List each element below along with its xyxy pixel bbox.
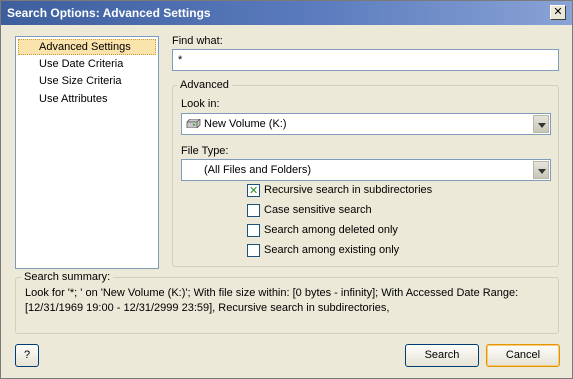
drive-icon [186, 119, 201, 128]
options-nav-list: Advanced Settings Use Date Criteria Use … [15, 36, 159, 269]
checkbox-icon[interactable] [247, 244, 260, 257]
search-button[interactable]: Search [405, 344, 479, 367]
file-type-dropdown[interactable]: (All Files and Folders) [181, 159, 551, 181]
case-sensitive-checkbox[interactable]: Case sensitive search [247, 204, 372, 219]
find-what-label: Find what: [172, 35, 223, 47]
file-type-label: File Type: [181, 145, 229, 157]
look-in-value: New Volume (K:) [204, 118, 287, 130]
look-in-dropdown[interactable]: New Volume (K:) [181, 113, 551, 135]
search-summary-title: Search summary: [21, 271, 114, 283]
deleted-only-checkbox[interactable]: Search among deleted only [247, 224, 398, 239]
chevron-down-icon[interactable] [533, 161, 549, 179]
cancel-button[interactable]: Cancel [486, 344, 560, 367]
nav-item-advanced-settings[interactable]: Advanced Settings [18, 39, 156, 55]
look-in-label: Look in: [181, 98, 220, 110]
checkbox-icon[interactable] [247, 204, 260, 217]
title-bar[interactable]: Search Options: Advanced Settings ✕ [1, 1, 572, 25]
close-icon: ✕ [553, 5, 563, 18]
file-type-value: (All Files and Folders) [204, 164, 311, 176]
search-options-dialog: Search Options: Advanced Settings ✕ Adva… [0, 0, 573, 379]
checkbox-icon[interactable] [247, 224, 260, 237]
recursive-search-checkbox[interactable]: Recursive search in subdirectories [247, 184, 432, 199]
help-button[interactable]: ? [15, 344, 39, 367]
find-what-input[interactable]: * [172, 49, 559, 71]
checkbox-checked-icon[interactable] [247, 184, 260, 197]
nav-item-size-criteria[interactable]: Use Size Criteria [18, 73, 156, 89]
window-title: Search Options: Advanced Settings [7, 6, 211, 20]
existing-only-checkbox[interactable]: Search among existing only [247, 244, 399, 259]
search-summary-text: Look for '*; ' on 'New Volume (K:)'; Wit… [25, 287, 519, 314]
nav-item-attributes[interactable]: Use Attributes [18, 91, 156, 107]
chevron-down-icon[interactable] [533, 115, 549, 133]
nav-item-date-criteria[interactable]: Use Date Criteria [18, 56, 156, 72]
close-button[interactable]: ✕ [550, 5, 566, 20]
find-what-value: * [178, 54, 183, 66]
advanced-group-title: Advanced [177, 79, 232, 91]
